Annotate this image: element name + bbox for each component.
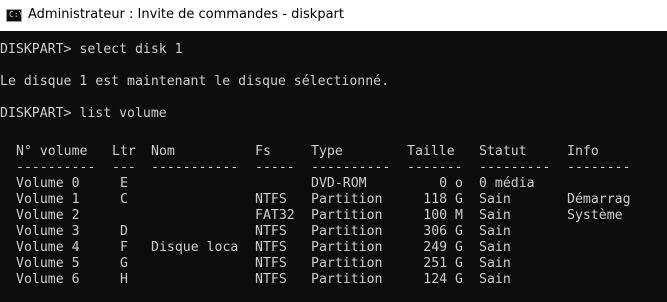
cell-info: Démarrag	[567, 192, 631, 207]
cell-fs: NTFS	[255, 240, 287, 255]
window-titlebar[interactable]: C:\ Administrateur : Invite de commandes…	[0, 0, 667, 31]
console-output[interactable]: DISKPART> select disk 1 Le disque 1 est …	[0, 31, 667, 302]
cell-type: Partition	[311, 224, 383, 239]
cell-type: Partition	[311, 192, 383, 207]
table-header: N° volume Ltr Nom Fs Type Taille Statut …	[0, 144, 599, 160]
cell-volume: Volume 1	[16, 192, 80, 207]
cell-fs: NTFS	[255, 256, 287, 271]
cell-statut: Sain	[479, 240, 511, 255]
table-row: Volume 5 G NTFS Partition 251 G Sain	[0, 256, 511, 272]
table-row: Volume 2 FAT32 Partition 100 M Sain Syst…	[0, 208, 623, 224]
command-line: DISKPART> select disk 1	[0, 42, 183, 57]
cell-ltr: E	[120, 176, 128, 191]
cell-taille: 251 G	[423, 256, 463, 271]
window-title: Administrateur : Invite de commandes - d…	[28, 7, 344, 22]
separator: --------	[567, 160, 631, 175]
table-row: Volume 6 H NTFS Partition 124 G Sain	[0, 272, 511, 288]
header-taille: Taille	[407, 144, 455, 159]
separator: -----------	[151, 160, 239, 175]
table-row: Volume 0 E DVD-ROM 0 o 0 média	[0, 176, 535, 192]
separator: ----------	[311, 160, 391, 175]
cell-statut: Sain	[479, 224, 511, 239]
separator: -----	[255, 160, 295, 175]
cell-ltr: H	[120, 272, 128, 287]
command-line: DISKPART> list volume	[0, 106, 167, 121]
separator: ---------	[479, 160, 551, 175]
cell-volume: Volume 3	[16, 224, 80, 239]
cell-taille: 0 o	[439, 176, 463, 191]
cell-info: Système	[567, 208, 623, 223]
cell-ltr: F	[120, 240, 128, 255]
cell-statut: 0 média	[479, 176, 535, 191]
cell-type: Partition	[311, 256, 383, 271]
separator: -------	[407, 160, 463, 175]
cell-ltr: C	[120, 192, 128, 207]
separator: ----------	[16, 160, 96, 175]
cell-volume: Volume 2	[16, 208, 80, 223]
header-type: Type	[311, 144, 343, 159]
cell-fs: FAT32	[255, 208, 295, 223]
separator: ---	[112, 160, 136, 175]
cell-taille: 100 M	[423, 208, 463, 223]
cell-type: Partition	[311, 208, 383, 223]
cell-taille: 306 G	[423, 224, 463, 239]
cell-ltr: G	[120, 256, 128, 271]
cell-fs: NTFS	[255, 224, 287, 239]
cell-statut: Sain	[479, 272, 511, 287]
header-statut: Statut	[479, 144, 527, 159]
cell-taille: 249 G	[423, 240, 463, 255]
status-message: Le disque 1 est maintenant le disque sél…	[0, 74, 390, 89]
cell-fs: NTFS	[255, 272, 287, 287]
cell-ltr: D	[120, 224, 128, 239]
cell-fs: NTFS	[255, 192, 287, 207]
header-volume: N° volume	[16, 144, 88, 159]
cell-statut: Sain	[479, 208, 511, 223]
cell-type: DVD-ROM	[311, 176, 367, 191]
cell-statut: Sain	[479, 256, 511, 271]
cell-statut: Sain	[479, 192, 511, 207]
table-row: Volume 3 D NTFS Partition 306 G Sain	[0, 224, 511, 240]
table-row: Volume 1 C NTFS Partition 118 G Sain Dém…	[0, 192, 631, 208]
header-fs: Fs	[255, 144, 271, 159]
header-nom: Nom	[151, 144, 175, 159]
cell-taille: 124 G	[423, 272, 463, 287]
cell-volume: Volume 6	[16, 272, 80, 287]
terminal-icon: C:\	[6, 9, 23, 22]
header-ltr: Ltr	[112, 144, 136, 159]
table-separator: ---------- --- ----------- ----- -------…	[0, 160, 631, 176]
cell-volume: Volume 5	[16, 256, 80, 271]
cell-type: Partition	[311, 240, 383, 255]
cell-type: Partition	[311, 272, 383, 287]
cell-volume: Volume 4	[16, 240, 80, 255]
cell-taille: 118 G	[423, 192, 463, 207]
header-info: Info	[567, 144, 599, 159]
cell-volume: Volume 0	[16, 176, 80, 191]
cell-nom: Disque loca	[151, 240, 239, 255]
table-row: Volume 4 F Disque loca NTFS Partition 24…	[0, 240, 511, 256]
